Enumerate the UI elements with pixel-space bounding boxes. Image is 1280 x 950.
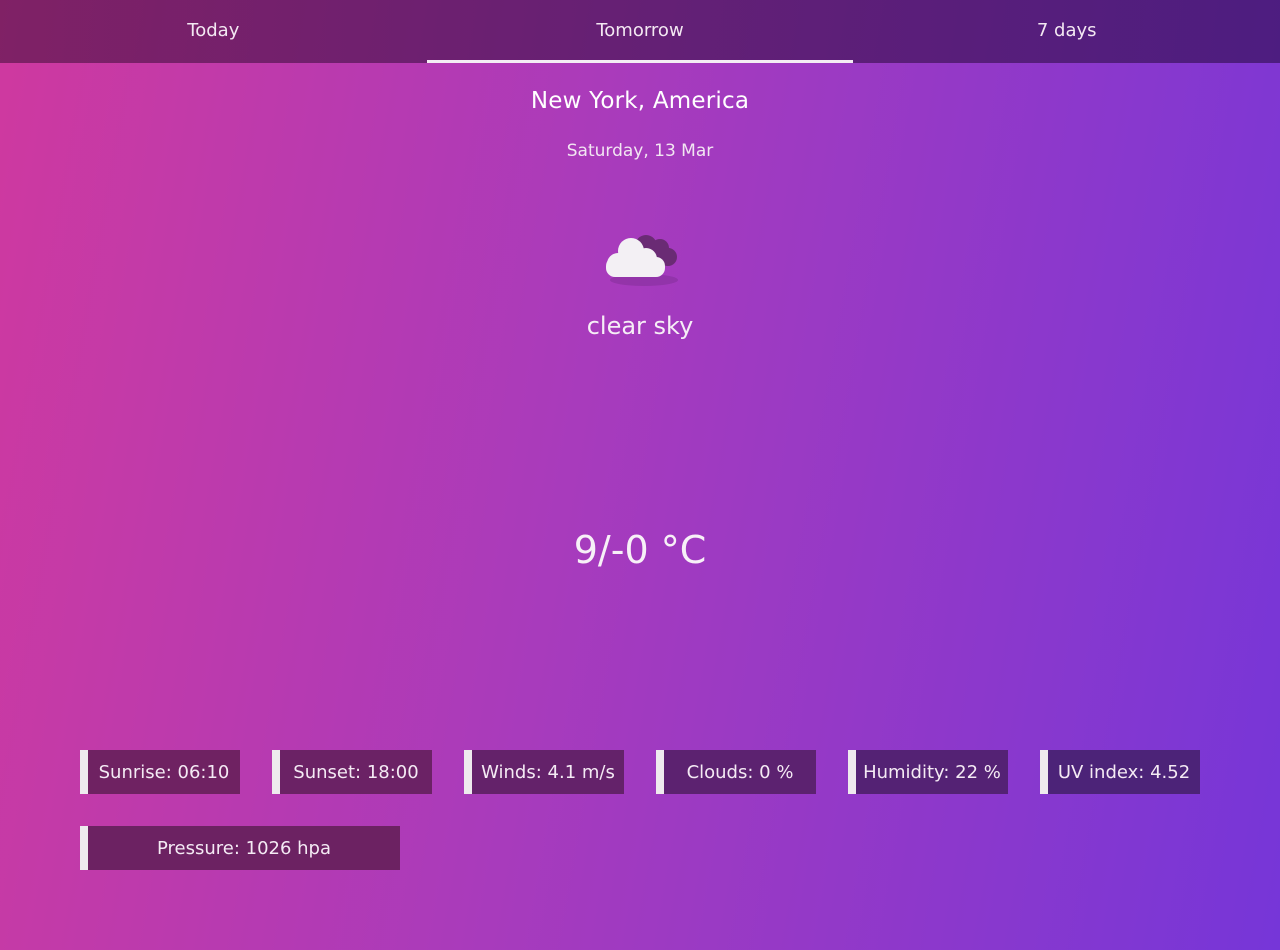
- tab-tomorrow[interactable]: Tomorrow: [426, 0, 854, 63]
- weather-condition: clear sky: [586, 312, 694, 340]
- winds-card: Winds: 4.1 m/s: [464, 750, 624, 794]
- pressure-card: Pressure: 1026 hpa: [80, 826, 400, 870]
- humidity-card: Humidity: 22 %: [848, 750, 1008, 794]
- location-title: New York, America: [530, 88, 750, 114]
- uv-index-card: UV index: 4.52: [1040, 750, 1200, 794]
- tab-bar: Today Tomorrow 7 days: [0, 0, 1280, 63]
- clouds-card: Clouds: 0 %: [656, 750, 816, 794]
- tab-7-days[interactable]: 7 days: [853, 0, 1280, 63]
- tab-today[interactable]: Today: [0, 0, 427, 63]
- cloud-icon: [600, 225, 684, 291]
- forecast-date: Saturday, 13 Mar: [566, 141, 714, 161]
- sunrise-card: Sunrise: 06:10: [80, 750, 240, 794]
- temperature-range: 9/-0 °C: [573, 528, 707, 572]
- sunset-card: Sunset: 18:00: [272, 750, 432, 794]
